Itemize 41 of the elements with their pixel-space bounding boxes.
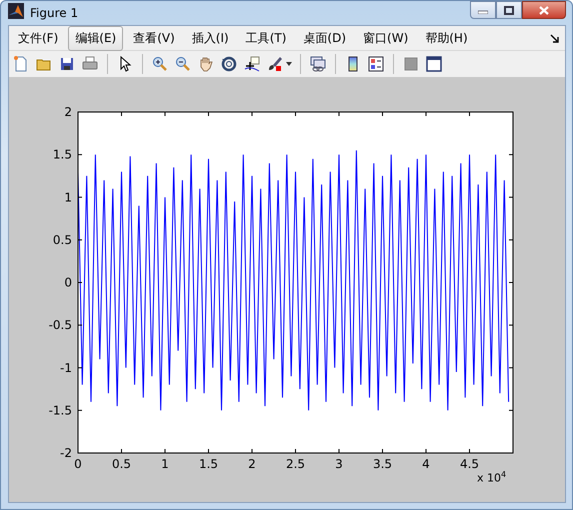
dock-arrow-icon[interactable] bbox=[550, 34, 559, 42]
x-tick-label: 4.5 bbox=[460, 457, 480, 471]
y-tick-label: 1.5 bbox=[52, 148, 72, 162]
maximize-icon bbox=[504, 6, 514, 14]
y-tick-label: -1.5 bbox=[48, 403, 72, 418]
y-tick-label: 0.5 bbox=[52, 232, 72, 247]
menu-item[interactable]: 查看(V) bbox=[126, 26, 182, 50]
close-button[interactable] bbox=[522, 1, 566, 19]
menu-item[interactable]: 编辑(E) bbox=[68, 26, 124, 50]
x-tick-label: 3.5 bbox=[372, 457, 392, 471]
window-title: Figure 1 bbox=[30, 6, 78, 20]
menu-item[interactable]: 桌面(D) bbox=[296, 26, 354, 50]
x-tick-label: 0.5 bbox=[112, 457, 132, 471]
y-tick-label: 2 bbox=[64, 105, 72, 119]
rotate-icon[interactable] bbox=[220, 54, 238, 74]
data-cursor-icon[interactable] bbox=[243, 54, 261, 74]
x-tick-label: 1 bbox=[161, 457, 169, 471]
x-tick-label: 2 bbox=[248, 457, 256, 471]
minimize-button[interactable] bbox=[470, 1, 496, 19]
close-icon bbox=[539, 6, 549, 14]
axis-exponent-label: x 10$^{4}$ bbox=[477, 470, 506, 485]
x-tick-label: 0 bbox=[74, 457, 82, 471]
menu-item[interactable]: 窗口(W) bbox=[356, 26, 416, 50]
x-tick-label: 1.5 bbox=[198, 457, 218, 471]
window-icon[interactable] bbox=[425, 54, 443, 74]
menu-item[interactable]: 帮助(H) bbox=[418, 26, 475, 50]
y-tick-label: -0.5 bbox=[48, 318, 72, 332]
y-tick-label: 1 bbox=[64, 190, 72, 204]
x-tick-label: 3 bbox=[335, 457, 343, 471]
y-tick-label: -1 bbox=[60, 360, 72, 375]
legend-icon[interactable] bbox=[367, 54, 385, 74]
brush-icon[interactable] bbox=[266, 54, 284, 74]
maximize-button[interactable] bbox=[496, 1, 522, 19]
y-tick-label: -2 bbox=[60, 446, 72, 460]
menu-item[interactable]: 文件(F) bbox=[11, 26, 66, 50]
menu-item[interactable]: 工具(T) bbox=[238, 26, 294, 50]
y-tick-label: 0 bbox=[64, 276, 72, 290]
x-tick-label: 4 bbox=[422, 457, 430, 471]
linked-windows-icon[interactable] bbox=[309, 54, 327, 74]
menu-item[interactable]: 插入(I) bbox=[184, 26, 236, 50]
x-tick-label: 2.5 bbox=[286, 457, 306, 471]
